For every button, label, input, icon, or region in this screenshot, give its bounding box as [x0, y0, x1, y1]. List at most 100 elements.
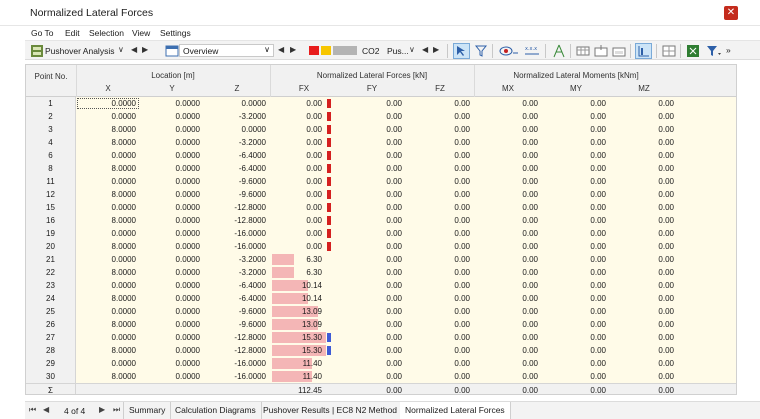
fz-cell[interactable]: 0.00: [406, 318, 474, 331]
fy-cell[interactable]: 0.00: [338, 188, 406, 201]
z-cell[interactable]: -12.8000: [204, 214, 270, 227]
my-cell[interactable]: 0.00: [542, 240, 610, 253]
y-cell[interactable]: 0.0000: [140, 240, 204, 253]
table-row[interactable]: 15 0.0000 0.0000 -12.8000 0.00 0.00 0.00 0.00 0.…: [26, 201, 736, 214]
fx-cell[interactable]: 15.30: [270, 331, 326, 344]
y-cell[interactable]: 0.0000: [140, 201, 204, 214]
mx-cell[interactable]: 0.00: [474, 331, 542, 344]
y-cell[interactable]: 0.0000: [140, 253, 204, 266]
combination-dropdown[interactable]: Pus...: [387, 46, 409, 56]
fz-cell[interactable]: 0.00: [406, 370, 474, 383]
mx-cell[interactable]: 0.00: [474, 279, 542, 292]
more-options-icon[interactable]: »: [726, 45, 731, 55]
fz-cell[interactable]: 0.00: [406, 240, 474, 253]
mz-cell[interactable]: 0.00: [610, 201, 678, 214]
fx-cell[interactable]: 6.30: [270, 253, 326, 266]
table-row[interactable]: 19 0.0000 0.0000 -16.0000 0.00 0.00 0.00 0.00 0.…: [26, 227, 736, 240]
mx-cell[interactable]: 0.00: [474, 266, 542, 279]
mz-cell[interactable]: 0.00: [610, 279, 678, 292]
previous-analysis-button[interactable]: ◀: [131, 45, 137, 54]
my-cell[interactable]: 0.00: [542, 370, 610, 383]
fy-cell[interactable]: 0.00: [338, 331, 406, 344]
my-cell[interactable]: 0.00: [542, 357, 610, 370]
my-cell[interactable]: 0.00: [542, 227, 610, 240]
my-cell[interactable]: 0.00: [542, 97, 610, 110]
fy-cell[interactable]: 0.00: [338, 149, 406, 162]
header-z[interactable]: Z: [204, 84, 270, 93]
mz-cell[interactable]: 0.00: [610, 331, 678, 344]
fx-cell[interactable]: 0.00: [270, 110, 326, 123]
z-cell[interactable]: -3.2000: [204, 110, 270, 123]
xyz-axis-icon[interactable]: x.x.x: [523, 44, 541, 58]
mz-cell[interactable]: 0.00: [610, 344, 678, 357]
header-my[interactable]: MY: [542, 84, 610, 93]
mz-cell[interactable]: 0.00: [610, 162, 678, 175]
y-cell[interactable]: 0.0000: [140, 370, 204, 383]
my-cell[interactable]: 0.00: [542, 318, 610, 331]
y-cell[interactable]: 0.0000: [140, 305, 204, 318]
my-cell[interactable]: 0.00: [542, 253, 610, 266]
filter-dropdown-icon[interactable]: [705, 44, 723, 58]
fx-cell[interactable]: 0.00: [270, 188, 326, 201]
x-cell[interactable]: 0.0000: [76, 253, 140, 266]
my-cell[interactable]: 0.00: [542, 110, 610, 123]
fx-cell[interactable]: 0.00: [270, 214, 326, 227]
fx-cell[interactable]: 10.14: [270, 279, 326, 292]
y-cell[interactable]: 0.0000: [140, 227, 204, 240]
mx-cell[interactable]: 0.00: [474, 97, 542, 110]
x-cell[interactable]: 8.0000: [76, 123, 140, 136]
x-cell[interactable]: 0.0000: [76, 175, 140, 188]
fz-cell[interactable]: 0.00: [406, 214, 474, 227]
fx-cell[interactable]: 0.00: [270, 136, 326, 149]
fx-cell[interactable]: 0.00: [270, 201, 326, 214]
export-table-icon[interactable]: [594, 44, 608, 58]
bar-display-toggle[interactable]: [635, 43, 652, 59]
mz-cell[interactable]: 0.00: [610, 110, 678, 123]
table-row[interactable]: 28 8.0000 0.0000 -12.8000 15.30 0.00 0.00 0.00 0…: [26, 344, 736, 357]
x-cell[interactable]: 0.0000: [76, 227, 140, 240]
fy-cell[interactable]: 0.00: [338, 253, 406, 266]
z-cell[interactable]: -3.2000: [204, 266, 270, 279]
mx-cell[interactable]: 0.00: [474, 188, 542, 201]
select-tool-active[interactable]: [453, 43, 470, 59]
x-cell[interactable]: 8.0000: [76, 266, 140, 279]
mx-cell[interactable]: 0.00: [474, 357, 542, 370]
x-cell[interactable]: 0.0000: [76, 201, 140, 214]
mx-cell[interactable]: 0.00: [474, 240, 542, 253]
mx-cell[interactable]: 0.00: [474, 292, 542, 305]
x-cell[interactable]: 8.0000: [76, 240, 140, 253]
table-row[interactable]: 24 8.0000 0.0000 -6.4000 10.14 0.00 0.00 0.00 0.…: [26, 292, 736, 305]
fy-cell[interactable]: 0.00: [338, 214, 406, 227]
fz-cell[interactable]: 0.00: [406, 253, 474, 266]
close-button[interactable]: ✕: [724, 6, 738, 20]
z-cell[interactable]: -9.6000: [204, 175, 270, 188]
x-cell[interactable]: 8.0000: [76, 292, 140, 305]
mx-cell[interactable]: 0.00: [474, 123, 542, 136]
fy-cell[interactable]: 0.00: [338, 123, 406, 136]
mx-cell[interactable]: 0.00: [474, 136, 542, 149]
header-fz[interactable]: FZ: [406, 84, 474, 93]
tab-summary[interactable]: Summary: [123, 402, 172, 419]
tab-normalized-lateral-forces[interactable]: Normalized Lateral Forces: [400, 402, 511, 419]
header-y[interactable]: Y: [140, 84, 204, 93]
table-row[interactable]: 8 8.0000 0.0000 -6.4000 0.00 0.00 0.00 0.00 0.00…: [26, 162, 736, 175]
z-cell[interactable]: -9.6000: [204, 318, 270, 331]
fz-cell[interactable]: 0.00: [406, 136, 474, 149]
y-cell[interactable]: 0.0000: [140, 175, 204, 188]
header-fy[interactable]: FY: [338, 84, 406, 93]
y-cell[interactable]: 0.0000: [140, 318, 204, 331]
y-cell[interactable]: 0.0000: [140, 292, 204, 305]
fz-cell[interactable]: 0.00: [406, 279, 474, 292]
excel-export-icon[interactable]: [686, 44, 700, 58]
mz-cell[interactable]: 0.00: [610, 188, 678, 201]
table-row[interactable]: 11 0.0000 0.0000 -9.6000 0.00 0.00 0.00 0.00 0.0…: [26, 175, 736, 188]
x-cell[interactable]: 8.0000: [76, 162, 140, 175]
table-row[interactable]: 12 8.0000 0.0000 -9.6000 0.00 0.00 0.00 0.00 0.0…: [26, 188, 736, 201]
z-cell[interactable]: 0.0000: [204, 97, 270, 110]
fx-cell[interactable]: 0.00: [270, 162, 326, 175]
table-row[interactable]: 22 8.0000 0.0000 -3.2000 6.30 0.00 0.00 0.00 0.0…: [26, 266, 736, 279]
my-cell[interactable]: 0.00: [542, 266, 610, 279]
last-page-button[interactable]: ⏭: [113, 405, 120, 415]
mx-cell[interactable]: 0.00: [474, 201, 542, 214]
mz-cell[interactable]: 0.00: [610, 123, 678, 136]
